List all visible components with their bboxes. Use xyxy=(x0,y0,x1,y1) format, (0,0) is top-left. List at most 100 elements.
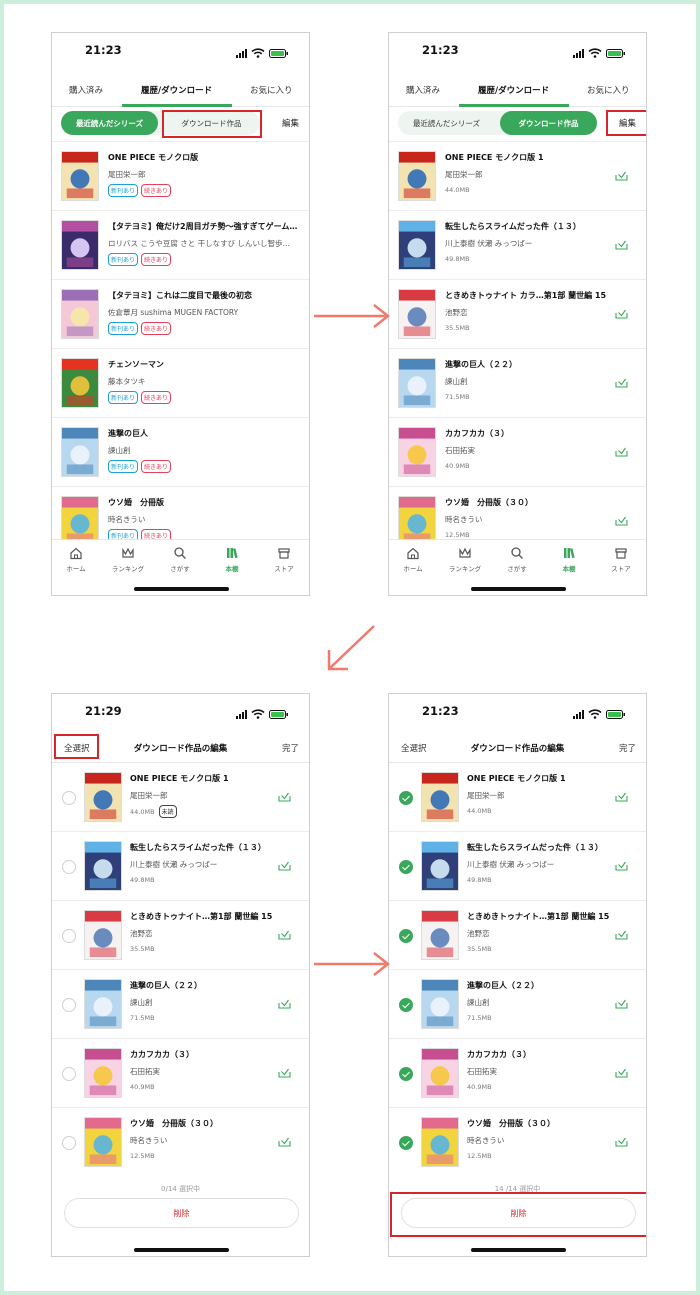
list-item[interactable]: チェンソーマン 藤本タツキ 新刊あり 続きあり xyxy=(52,349,309,418)
store-icon xyxy=(601,546,641,560)
list-item[interactable]: ONE PIECE モノクロ版 1 尾田栄一郎 44.0MB 未読 xyxy=(52,763,309,832)
item-author: 池野恋 xyxy=(467,929,490,938)
bookshelf-icon xyxy=(549,546,589,560)
select-checkbox[interactable] xyxy=(399,929,413,943)
continue-badge: 続きあり xyxy=(141,391,172,404)
list-item[interactable]: ウソ婚 分冊版（３０） 時名きうい 12.5MB xyxy=(52,1108,309,1177)
select-checkbox[interactable] xyxy=(399,791,413,805)
subtab-recent[interactable]: 最近読んだシリーズ xyxy=(398,111,495,135)
nav-search[interactable]: さがす xyxy=(160,546,200,573)
select-all-button[interactable]: 全選択 xyxy=(401,742,427,754)
select-checkbox[interactable] xyxy=(62,791,76,805)
done-button[interactable]: 完了 xyxy=(282,742,299,754)
select-checkbox[interactable] xyxy=(62,1136,76,1150)
list-item[interactable]: ONE PIECE モノクロ版 1 尾田栄一郎 44.0MB xyxy=(389,763,646,832)
item-title: ウソ婚 分冊版 xyxy=(108,498,164,507)
screen-history-downloads: 21:23 購入済み 履歴/ダウンロード お気に入り 最近読んだシリーズ ダウン… xyxy=(388,32,647,596)
nav-bookshelf[interactable]: 本棚 xyxy=(212,546,252,573)
downloaded-icon xyxy=(278,930,291,940)
list-item[interactable]: ときめきトゥナイト…第1部 蘭世編 15 池野恋 35.5MB xyxy=(52,901,309,970)
list-item[interactable]: 転生したらスライムだった件（１３） 川上泰樹 伏瀬 みっつばー 49.8MB xyxy=(389,832,646,901)
list-item[interactable]: 進撃の巨人（２２） 諫山創 71.5MB xyxy=(389,349,646,418)
item-author: 諫山創 xyxy=(130,998,153,1007)
tab-history[interactable]: 履歴/ダウンロード xyxy=(478,84,549,96)
list-item[interactable]: カカフカカ（３） 石田拓実 40.9MB xyxy=(389,1039,646,1108)
bottom-nav: ホーム ランキング さがす 本棚 ストア xyxy=(52,539,309,579)
select-checkbox[interactable] xyxy=(399,998,413,1012)
edit-link[interactable]: 編集 xyxy=(282,117,299,129)
arrow-right-icon xyxy=(314,952,391,976)
crown-icon xyxy=(108,546,148,560)
select-checkbox[interactable] xyxy=(399,860,413,874)
list-item[interactable]: 【タテヨミ】これは二度目で最後の初恋 佐倉蕈月 sushima MUGEN FAC… xyxy=(52,280,309,349)
item-size: 71.5MB xyxy=(130,1014,155,1022)
subtab-downloads[interactable]: ダウンロード作品 xyxy=(500,111,597,135)
select-checkbox[interactable] xyxy=(62,998,76,1012)
select-checkbox[interactable] xyxy=(62,1067,76,1081)
edit-header: ダウンロード作品の編集 全選択 完了 xyxy=(389,734,646,763)
list-item[interactable]: カカフカカ（３） 石田拓実 40.9MB xyxy=(52,1039,309,1108)
item-size: 49.8MB xyxy=(445,255,470,263)
list-item[interactable]: ONE PIECE モノクロ版 尾田栄一郎 新刊あり 続きあり xyxy=(52,142,309,211)
list-item[interactable]: 転生したらスライムだった件（１３） 川上泰樹 伏瀬 みっつばー 49.8MB xyxy=(52,832,309,901)
tab-purchased[interactable]: 購入済み xyxy=(406,84,440,96)
nav-store[interactable]: ストア xyxy=(601,546,641,573)
book-cover xyxy=(421,910,459,960)
item-size: 71.5MB xyxy=(467,1014,492,1022)
select-checkbox[interactable] xyxy=(399,1067,413,1081)
item-size: 12.5MB xyxy=(445,531,470,539)
status-time: 21:29 xyxy=(85,704,122,718)
list-item[interactable]: 【タテヨミ】俺だけ2周目ガチ勢〜強すぎてゲーム… ロリバス こうや豆腐 さと 干し… xyxy=(52,211,309,280)
done-button[interactable]: 完了 xyxy=(619,742,636,754)
select-checkbox[interactable] xyxy=(399,1136,413,1150)
nav-search[interactable]: さがす xyxy=(497,546,537,573)
item-author: 尾田栄一郎 xyxy=(445,170,483,179)
wifi-icon xyxy=(251,48,265,58)
delete-button[interactable]: 削除 xyxy=(64,1198,299,1228)
item-title: ウソ婚 分冊版（３０） xyxy=(130,1119,218,1128)
downloaded-icon xyxy=(615,1137,628,1147)
list-item[interactable]: 進撃の巨人（２２） 諫山創 71.5MB xyxy=(389,970,646,1039)
book-cover xyxy=(84,910,122,960)
status-time: 21:23 xyxy=(422,43,459,57)
item-author: 池野恋 xyxy=(130,929,153,938)
nav-label: ストア xyxy=(611,565,631,573)
list-item[interactable]: ときめきトゥナイト カラ…第1部 蘭世編 15 池野恋 35.5MB xyxy=(389,280,646,349)
list-item[interactable]: 進撃の巨人（２２） 諫山創 71.5MB xyxy=(52,970,309,1039)
unread-badge: 未読 xyxy=(158,805,177,818)
nav-home[interactable]: ホーム xyxy=(393,546,433,573)
item-title: ONE PIECE モノクロ版 xyxy=(108,153,199,162)
nav-bookshelf[interactable]: 本棚 xyxy=(549,546,589,573)
status-time: 21:23 xyxy=(422,704,459,718)
list-item[interactable]: ときめきトゥナイト…第1部 蘭世編 15 池野恋 35.5MB xyxy=(389,901,646,970)
tab-favorites[interactable]: お気に入り xyxy=(587,84,630,96)
list-item[interactable]: 進撃の巨人 諫山創 新刊あり 続きあり xyxy=(52,418,309,487)
book-cover xyxy=(84,841,122,891)
nav-ranking[interactable]: ランキング xyxy=(445,546,485,573)
signal-icon xyxy=(236,48,247,58)
book-cover xyxy=(84,1117,122,1167)
list-item[interactable]: カカフカカ（３） 石田拓実 40.9MB xyxy=(389,418,646,487)
book-cover xyxy=(84,979,122,1029)
nav-ranking[interactable]: ランキング xyxy=(108,546,148,573)
subtab-recent[interactable]: 最近読んだシリーズ xyxy=(61,111,158,135)
nav-home[interactable]: ホーム xyxy=(56,546,96,573)
select-checkbox[interactable] xyxy=(62,929,76,943)
tab-favorites[interactable]: お気に入り xyxy=(250,84,293,96)
tab-history[interactable]: 履歴/ダウンロード xyxy=(141,84,212,96)
tab-purchased[interactable]: 購入済み xyxy=(69,84,103,96)
continue-badge: 続きあり xyxy=(141,460,172,473)
item-size: 40.9MB xyxy=(445,462,470,470)
list-item[interactable]: ウソ婚 分冊版（３０） 時名きうい 12.5MB xyxy=(389,1108,646,1177)
item-author: 尾田栄一郎 xyxy=(130,791,168,800)
nav-store[interactable]: ストア xyxy=(264,546,304,573)
item-author: 藤本タツキ xyxy=(108,377,146,386)
list-item[interactable]: 転生したらスライムだった件（１３） 川上泰樹 伏瀬 みっつばー 49.8MB xyxy=(389,211,646,280)
item-title: 進撃の巨人 xyxy=(108,429,148,438)
select-checkbox[interactable] xyxy=(62,860,76,874)
list-item[interactable]: ONE PIECE モノクロ版 1 尾田栄一郎 44.0MB xyxy=(389,142,646,211)
nav-label: ランキング xyxy=(448,565,482,573)
item-size: 40.9MB xyxy=(467,1083,492,1091)
item-size: 35.5MB xyxy=(445,324,470,332)
item-title: 転生したらスライムだった件（１３） xyxy=(445,222,581,231)
